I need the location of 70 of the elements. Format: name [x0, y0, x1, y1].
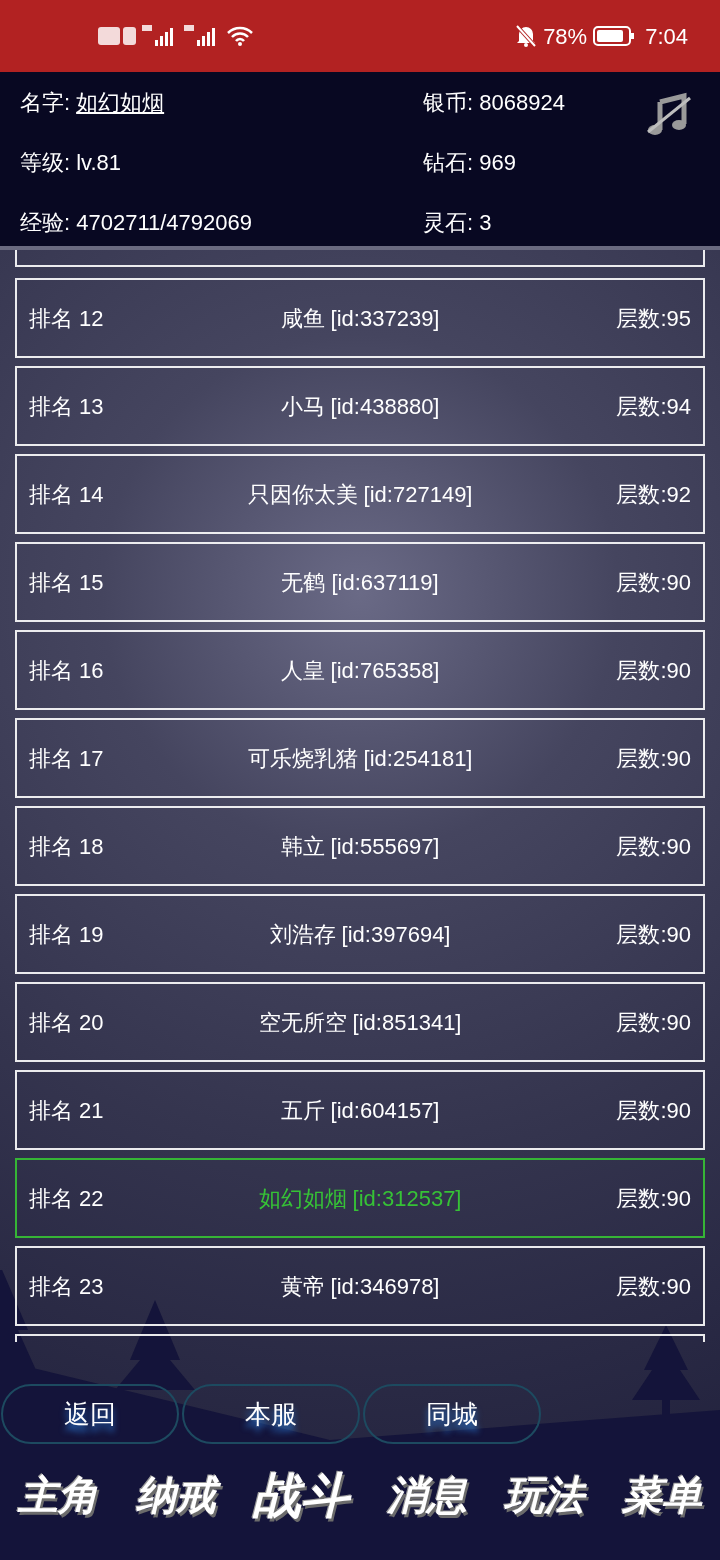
- ranking-row[interactable]: 排名 22 如幻如烟 [id:312537] 层数:90: [15, 1158, 705, 1238]
- player-name-id: 可乐烧乳猪 [id:254181]: [246, 744, 474, 773]
- rank-text: 排名 19: [29, 920, 105, 949]
- ranking-row[interactable]: 排名 12 咸鱼 [id:337239] 层数:95: [15, 278, 705, 358]
- wifi-icon: [226, 25, 254, 47]
- diamond-count: 钻石: 969: [423, 149, 517, 177]
- rank-text: 排名 15: [29, 568, 105, 597]
- floor-count: 层数:95: [615, 304, 691, 333]
- player-name-id: 小马 [id:438880]: [279, 392, 441, 421]
- rank-text: 排名 17: [29, 744, 105, 773]
- tab-button[interactable]: 返回: [1, 1384, 179, 1444]
- rank-text: 排名 14: [29, 480, 105, 509]
- nav-button[interactable]: 纳戒: [129, 1464, 222, 1527]
- floor-count: 层数:90: [615, 1184, 691, 1213]
- music-off-icon[interactable]: [646, 90, 692, 138]
- floor-count: 层数:90: [615, 1272, 691, 1301]
- tab-button[interactable]: 同城: [363, 1384, 541, 1444]
- nav-button[interactable]: 主角: [12, 1464, 104, 1527]
- clock-time: 7:04: [645, 22, 688, 51]
- player-name-id: 人皇 [id:765358]: [279, 656, 441, 685]
- player-name-id: 如幻如烟 [id:312537]: [257, 1184, 463, 1213]
- player-name-id: 空无所空 [id:851341]: [257, 1008, 463, 1037]
- floor-count: 层数:90: [615, 920, 691, 949]
- rank-text: 排名 20: [29, 1008, 105, 1037]
- rank-text: 排名 16: [29, 656, 105, 685]
- rank-text: 排名 13: [29, 392, 105, 421]
- battery-icon: [593, 25, 636, 47]
- player-name-id: 刘浩存 [id:397694]: [268, 920, 452, 949]
- nav-button[interactable]: 菜单: [615, 1464, 708, 1527]
- ranking-row[interactable]: 排名 18 韩立 [id:555697] 层数:90: [15, 806, 705, 886]
- ranking-row[interactable]: 排名 23 黄帝 [id:346978] 层数:90: [15, 1246, 705, 1326]
- rank-text: 排名 23: [29, 1272, 105, 1301]
- player-name-link[interactable]: 如幻如烟: [76, 87, 165, 119]
- ranking-row[interactable]: 排名 13 小马 [id:438880] 层数:94: [15, 366, 705, 446]
- ranking-row[interactable]: 排名 20 空无所空 [id:851341] 层数:90: [15, 982, 705, 1062]
- battery-percent: 78%: [543, 22, 588, 51]
- nav-button[interactable]: 玩法: [498, 1464, 591, 1527]
- nav-button[interactable]: 战斗: [247, 1464, 356, 1527]
- experience-text: 经验: 4702711/4792069: [20, 209, 253, 237]
- ranking-row[interactable]: 排名 19 刘浩存 [id:397694] 层数:90: [15, 894, 705, 974]
- rank-text: 排名 18: [29, 832, 105, 861]
- player-name-id: 无鹤 [id:637119]: [280, 568, 440, 597]
- player-name-id: 咸鱼 [id:337239]: [279, 304, 441, 333]
- player-name-id: 只因你太美 [id:727149]: [246, 480, 474, 509]
- level-text: 等级: lv.81: [20, 149, 123, 177]
- rank-text: 排名 12: [29, 304, 105, 333]
- ranking-row[interactable]: 排名 14 只因你太美 [id:727149] 层数:92: [15, 454, 705, 534]
- rank-text: 排名 21: [29, 1096, 105, 1125]
- ranking-row[interactable]: 排名 21 五斤 [id:604157] 层数:90: [15, 1070, 705, 1150]
- floor-count: 层数:90: [615, 744, 691, 773]
- spirit-stone-count: 灵石: 3: [423, 209, 493, 237]
- floor-count: 层数:90: [615, 568, 691, 597]
- floor-count: 层数:92: [615, 480, 691, 509]
- floor-count: 层数:90: [615, 1096, 691, 1125]
- coin-count: 银币: 8068924: [423, 89, 566, 117]
- ranking-row[interactable]: 排名 15 无鹤 [id:637119] 层数:90: [15, 542, 705, 622]
- floor-count: 层数:90: [615, 1008, 691, 1037]
- player-name-id: 黄帝 [id:346978]: [279, 1272, 441, 1301]
- floor-count: 层数:94: [615, 392, 691, 421]
- ranking-row[interactable]: 排名 16 人皇 [id:765358] 层数:90: [15, 630, 705, 710]
- player-name-id: 五斤 [id:604157]: [279, 1096, 441, 1125]
- ranking-row[interactable]: 排名 17 可乐烧乳猪 [id:254181] 层数:90: [15, 718, 705, 798]
- floor-count: 层数:90: [615, 832, 691, 861]
- nav-button[interactable]: 消息: [380, 1464, 473, 1527]
- tab-button[interactable]: 本服: [182, 1384, 360, 1444]
- player-name-id: 韩立 [id:555697]: [279, 832, 441, 861]
- rank-text: 排名 22: [29, 1184, 105, 1213]
- bell-off-icon: [515, 24, 538, 48]
- name-label: 名字:: [20, 89, 71, 117]
- floor-count: 层数:90: [615, 656, 691, 685]
